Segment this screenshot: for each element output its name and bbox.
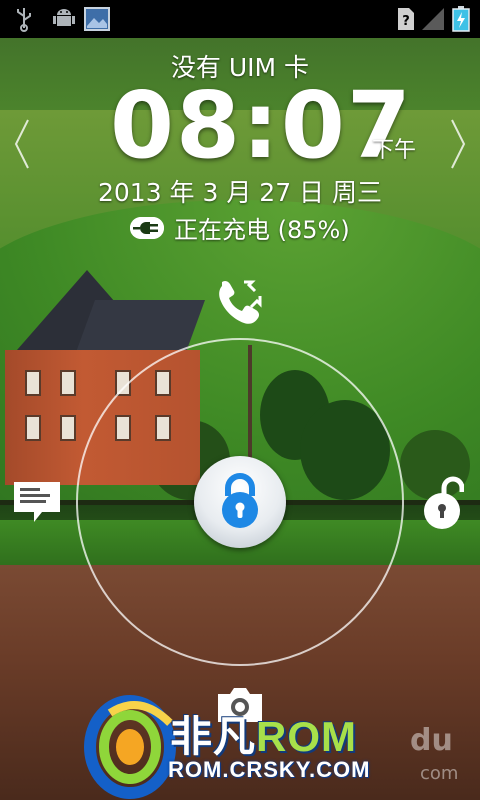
phone-icon[interactable] (214, 276, 266, 332)
svg-text:?: ? (402, 14, 410, 29)
clock-time: 08:07 (110, 72, 413, 179)
usb-icon (14, 6, 34, 32)
lock-handle[interactable] (194, 456, 286, 548)
image-notification-icon (84, 6, 110, 32)
status-bar: ? (0, 0, 480, 38)
page-right-arrow[interactable] (448, 118, 468, 170)
charging-status: 正在充电 (85%) (130, 210, 350, 245)
watermark: 非凡ROM ROM.CRSKY.COM du com (80, 693, 480, 800)
signal-icon (420, 6, 446, 32)
battery-charging-icon (452, 6, 470, 32)
message-icon[interactable] (12, 480, 62, 530)
watermark-url: ROM.CRSKY.COM (168, 757, 371, 782)
watermark-partial-com: com (420, 763, 459, 784)
watermark-partial-du: du (410, 723, 453, 758)
page-left-arrow[interactable] (12, 118, 32, 170)
date-text: 2013 年 3 月 27 日 周三 (97, 178, 383, 207)
unlock-icon[interactable] (420, 474, 465, 534)
lock-icon (222, 473, 258, 528)
clock-ampm: 下午 (372, 138, 417, 163)
no-sim-icon: ? (396, 6, 416, 32)
charging-text: 正在充电 (85%) (174, 216, 350, 244)
watermark-brand: 非凡ROM (170, 713, 358, 760)
charging-plug-icon (130, 216, 164, 239)
crsky-logo-icon (84, 695, 176, 799)
android-debug-icon (52, 6, 76, 32)
